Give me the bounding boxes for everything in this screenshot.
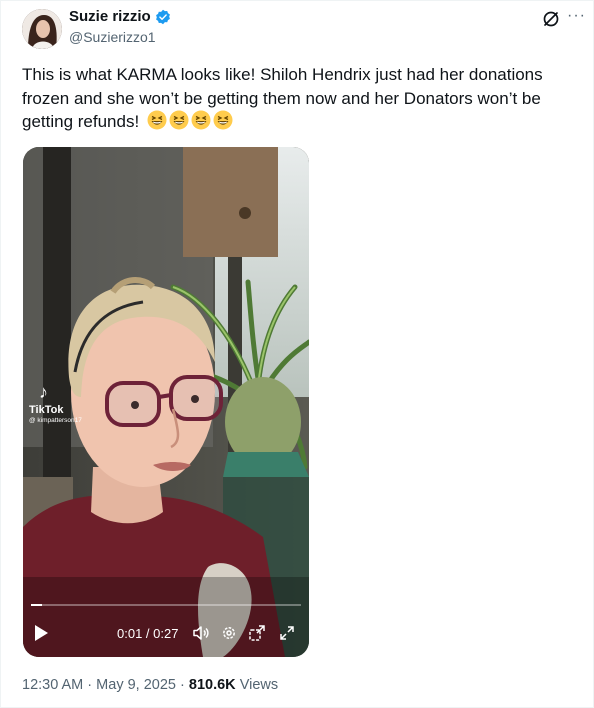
tweet-card: Suzie rizzio @Suzierizzo1 ··· This is wh… <box>0 0 594 708</box>
grinning-squinting-face-icon <box>191 110 211 130</box>
play-icon[interactable] <box>33 624 49 642</box>
video-progress-bar[interactable] <box>31 604 301 606</box>
more-icon[interactable]: ··· <box>567 8 586 24</box>
tiktok-brand: TikTok <box>29 404 64 416</box>
tweet-time[interactable]: 12:30 AM <box>22 677 83 693</box>
tweet-body: This is what KARMA looks like! Shiloh He… <box>22 65 543 131</box>
grok-icon[interactable] <box>541 9 561 29</box>
settings-icon[interactable] <box>220 624 238 642</box>
grinning-squinting-face-icon <box>169 110 189 130</box>
grinning-squinting-face-icon <box>213 110 233 130</box>
meta-separator: · <box>87 677 93 693</box>
video-player[interactable]: ♪ TikTok @ kimpatterson17 0:01 / 0:27 <box>23 147 309 657</box>
volume-icon[interactable] <box>192 624 210 642</box>
avatar-image <box>22 9 62 49</box>
grinning-squinting-face-icon <box>147 110 167 130</box>
meta-separator: · <box>180 677 185 693</box>
views-count[interactable]: 810.6K <box>189 677 236 693</box>
avatar[interactable] <box>22 9 62 49</box>
emoji-group <box>147 110 233 130</box>
tiktok-watermark: ♪ TikTok @ kimpatterson17 <box>29 383 82 424</box>
video-progress-fill <box>31 604 42 606</box>
tiktok-logo-icon: ♪ <box>39 382 48 402</box>
author-display-name[interactable]: Suzie rizzio <box>69 8 151 25</box>
tweet-text: This is what KARMA looks like! Shiloh He… <box>22 63 572 134</box>
fullscreen-icon[interactable] <box>278 624 296 642</box>
tweet-date[interactable]: May 9, 2025 <box>96 677 176 693</box>
verified-badge-icon <box>155 9 170 24</box>
tweet-meta: 12:30 AM · May 9, 2025 · 810.6K Views <box>22 677 278 693</box>
tiktok-username: @ kimpatterson17 <box>29 417 82 424</box>
author-name-row[interactable]: Suzie rizzio <box>69 8 171 25</box>
video-time: 0:01 / 0:27 <box>117 626 179 641</box>
author-handle[interactable]: @Suzierizzo1 <box>69 29 156 45</box>
views-label: Views <box>239 677 279 693</box>
popout-icon[interactable] <box>248 624 266 642</box>
